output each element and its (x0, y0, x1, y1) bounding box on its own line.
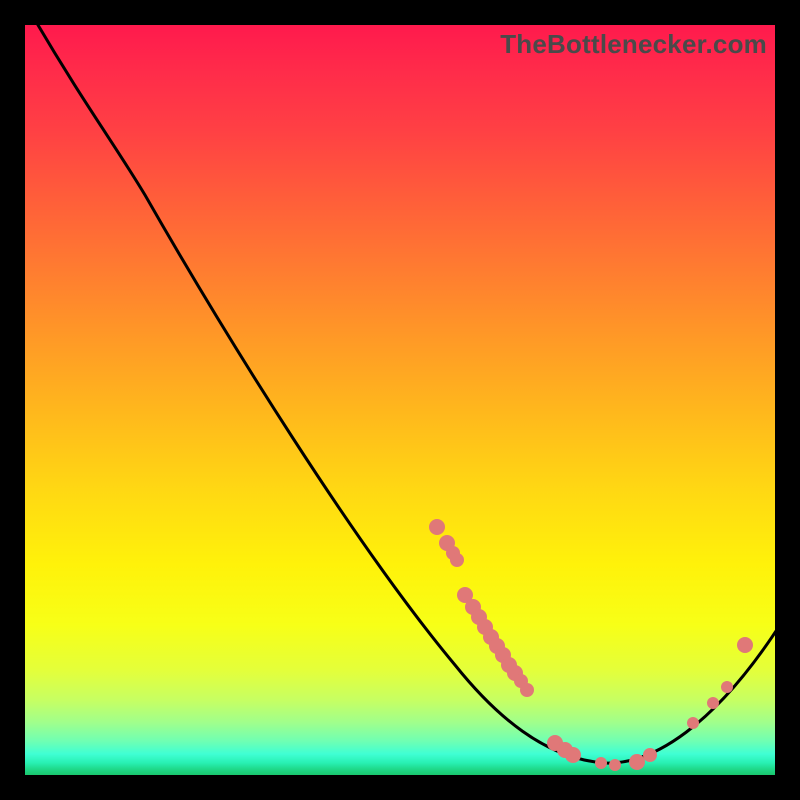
curve-marker (629, 754, 645, 770)
curve-marker (595, 757, 607, 769)
bottleneck-curve (35, 20, 780, 763)
bottleneck-chart (25, 25, 775, 775)
curve-marker (565, 747, 581, 763)
curve-marker (520, 683, 534, 697)
marker-group (429, 519, 753, 771)
curve-marker (687, 717, 699, 729)
curve-marker (737, 637, 753, 653)
curve-marker (643, 748, 657, 762)
curve-marker (450, 553, 464, 567)
curve-marker (707, 697, 719, 709)
chart-frame: TheBottlenecker.com (25, 25, 775, 775)
curve-marker (721, 681, 733, 693)
curve-marker (429, 519, 445, 535)
curve-marker (609, 759, 621, 771)
